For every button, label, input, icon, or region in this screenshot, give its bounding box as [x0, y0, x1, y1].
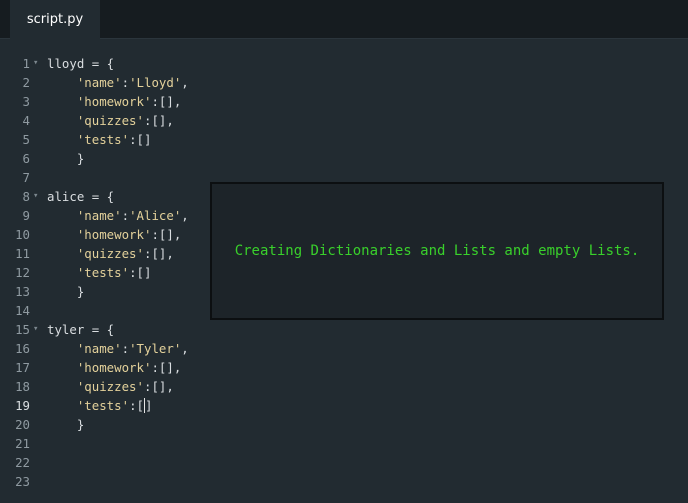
- code-text: 'quizzes':[],: [76, 113, 174, 128]
- line-number: 22: [15, 455, 30, 470]
- line-number: 6: [22, 151, 30, 166]
- code-line[interactable]: 3 'homework':[],: [0, 92, 688, 111]
- code-text: lloyd = {: [47, 56, 115, 71]
- line-number: 15: [15, 322, 30, 337]
- fold-arrow-icon[interactable]: ▾: [33, 320, 38, 339]
- text-caret: [143, 398, 145, 413]
- string-literal: 'quizzes': [76, 113, 144, 128]
- line-number: 10: [15, 227, 30, 242]
- line-number: 1: [22, 56, 30, 71]
- code-line[interactable]: 18 'quizzes':[],: [0, 377, 688, 396]
- code-text: 'tests':[]: [76, 265, 152, 280]
- caption-overlay: Creating Dictionaries and Lists and empt…: [210, 182, 664, 320]
- string-literal: 'homework': [76, 227, 152, 242]
- string-literal: 'homework': [76, 360, 152, 375]
- line-number: 2: [22, 75, 30, 90]
- line-number: 4: [22, 113, 30, 128]
- code-text: 'name':'Alice',: [76, 208, 189, 223]
- string-literal: 'Tyler': [129, 341, 182, 356]
- line-number: 8: [22, 189, 30, 204]
- line-number: 3: [22, 94, 30, 109]
- line-number: 21: [15, 436, 30, 451]
- line-number: 5: [22, 132, 30, 147]
- code-text: tyler = {: [47, 322, 115, 337]
- line-number: 9: [22, 208, 30, 223]
- string-literal: 'Lloyd': [129, 75, 182, 90]
- tab-bar: script.py: [0, 0, 688, 39]
- code-line[interactable]: 1 ▾ lloyd = {: [0, 54, 688, 73]
- code-line[interactable]: 22: [0, 453, 688, 472]
- code-text: 'homework':[],: [76, 360, 182, 375]
- code-line[interactable]: 2 'name':'Lloyd',: [0, 73, 688, 92]
- string-literal: 'tests': [76, 265, 130, 280]
- line-number: 11: [15, 246, 30, 261]
- code-text: }: [47, 417, 85, 432]
- code-line[interactable]: 6 }: [0, 149, 688, 168]
- fold-arrow-icon[interactable]: ▾: [33, 54, 38, 73]
- line-number: 16: [15, 341, 30, 356]
- string-literal: 'homework': [76, 94, 152, 109]
- code-text: 'quizzes':[],: [76, 379, 174, 394]
- code-text: 'homework':[],: [76, 227, 182, 242]
- line-number: 23: [15, 474, 30, 489]
- code-line[interactable]: 5 'tests':[]: [0, 130, 688, 149]
- code-line[interactable]: 15 ▾ tyler = {: [0, 320, 688, 339]
- code-text: 'name':'Tyler',: [76, 341, 189, 356]
- code-text: 'tests':[]: [76, 398, 153, 413]
- fold-arrow-icon[interactable]: ▾: [33, 187, 38, 206]
- string-literal: 'tests': [76, 398, 130, 413]
- code-text: alice = {: [47, 189, 115, 204]
- code-text: 'quizzes':[],: [76, 246, 174, 261]
- line-number: 17: [15, 360, 30, 375]
- line-number: 18: [15, 379, 30, 394]
- line-number: 13: [15, 284, 30, 299]
- string-literal: 'tests': [76, 132, 130, 147]
- code-line[interactable]: 16 'name':'Tyler',: [0, 339, 688, 358]
- code-line[interactable]: 23: [0, 472, 688, 491]
- code-line[interactable]: 4 'quizzes':[],: [0, 111, 688, 130]
- line-number: 19: [15, 398, 30, 413]
- code-line[interactable]: 21: [0, 434, 688, 453]
- code-text: 'name':'Lloyd',: [76, 75, 189, 90]
- code-line[interactable]: 20 }: [0, 415, 688, 434]
- string-literal: 'name': [76, 208, 122, 223]
- code-line[interactable]: 19 'tests':[]: [0, 396, 688, 415]
- tab-script-py[interactable]: script.py: [10, 0, 100, 39]
- line-number: 12: [15, 265, 30, 280]
- line-number: 7: [22, 170, 30, 185]
- string-literal: 'name': [76, 341, 122, 356]
- line-number: 14: [15, 303, 30, 318]
- code-line[interactable]: 17 'homework':[],: [0, 358, 688, 377]
- code-text: }: [47, 151, 85, 166]
- string-literal: 'quizzes': [76, 246, 144, 261]
- code-text: 'tests':[]: [76, 132, 152, 147]
- code-text: 'homework':[],: [76, 94, 182, 109]
- string-literal: 'quizzes': [76, 379, 144, 394]
- line-number: 20: [15, 417, 30, 432]
- string-literal: 'name': [76, 75, 122, 90]
- code-text: }: [47, 284, 85, 299]
- string-literal: 'Alice': [129, 208, 182, 223]
